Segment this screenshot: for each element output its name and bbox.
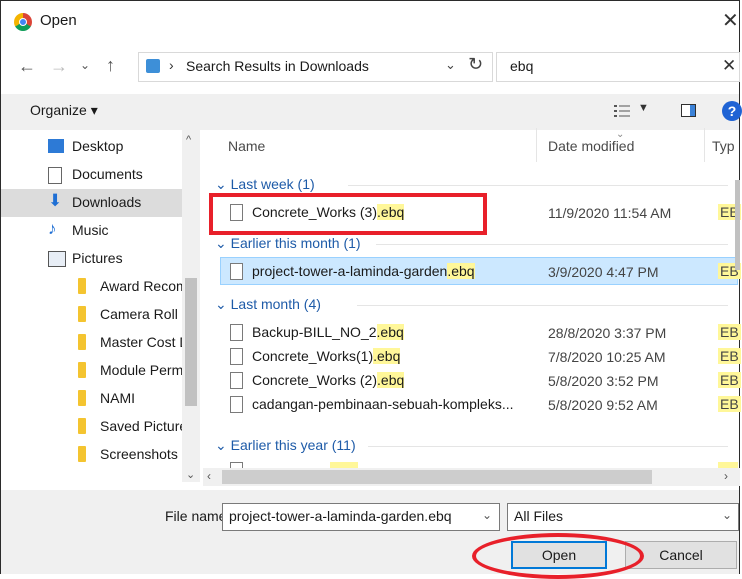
downloads-icon: ⬇: [48, 191, 63, 210]
collapse-chevron-icon: ⌄: [215, 296, 231, 312]
group-header-last-week[interactable]: ⌄ Last week (1): [215, 176, 315, 193]
file-row[interactable]: cadangan-pembinaan-sebuah-kompleks... 5/…: [228, 392, 741, 420]
back-arrow-icon[interactable]: ←: [18, 56, 36, 77]
file-icon: [230, 263, 243, 280]
file-date: 5/8/2020 9:52 AM: [548, 397, 658, 413]
organize-menu-button[interactable]: Organize ▾: [30, 102, 98, 119]
folder-icon: [78, 418, 86, 434]
file-type: EB: [718, 372, 741, 388]
group-divider: [368, 446, 728, 447]
sidebar-item-camera-roll[interactable]: Camera Roll: [20, 301, 200, 329]
column-header-date-modified[interactable]: Date modified: [548, 138, 634, 154]
view-options-icon[interactable]: [614, 104, 630, 118]
sidebar-item-pictures[interactable]: Pictures: [20, 245, 200, 273]
file-date: 5/8/2020 3:52 PM: [548, 373, 659, 389]
file-icon: [230, 372, 243, 389]
folder-icon: [78, 278, 86, 294]
sidebar-item-documents[interactable]: Documents: [20, 161, 200, 189]
file-name: Concrete_Works(1).ebq: [252, 348, 401, 364]
column-divider[interactable]: [704, 128, 705, 162]
sidebar-item-award-recomm[interactable]: Award Recomm: [20, 273, 200, 301]
folder-icon: [146, 59, 160, 73]
file-type-chevron-icon[interactable]: ⌄: [722, 508, 732, 522]
sidebar-item-master-cost[interactable]: Master Cost Da: [20, 329, 200, 357]
sidebar-item-module-permis[interactable]: Module Permis: [20, 357, 200, 385]
group-header-last-month[interactable]: ⌄ Last month (4): [215, 296, 321, 313]
file-name-value[interactable]: project-tower-a-laminda-garden.ebq: [229, 508, 452, 524]
file-date: 28/8/2020 3:37 PM: [548, 325, 667, 341]
title-bar: [1, 1, 739, 45]
scroll-left-arrow-icon[interactable]: ‹: [207, 469, 211, 483]
annotation-rectangle: [209, 193, 487, 235]
scroll-down-arrow-icon[interactable]: ⌄: [186, 468, 195, 481]
file-type: EB: [718, 348, 741, 364]
close-icon[interactable]: ✕: [722, 8, 739, 33]
sidebar-item-screenshots[interactable]: Screenshots: [20, 441, 200, 469]
breadcrumb-location[interactable]: Search Results in Downloads: [186, 58, 369, 74]
preview-pane-icon[interactable]: [681, 104, 696, 117]
file-icon: [230, 348, 243, 365]
column-header-name[interactable]: Name: [228, 138, 265, 154]
help-icon[interactable]: ?: [722, 101, 742, 121]
group-divider: [348, 185, 728, 186]
chrome-icon: [14, 13, 32, 31]
pictures-icon: [48, 251, 66, 267]
forward-arrow-icon[interactable]: →: [50, 56, 68, 77]
file-date: 7/8/2020 10:25 AM: [548, 349, 666, 365]
file-type: EB: [718, 324, 741, 340]
music-icon: ♪: [48, 219, 57, 238]
folder-icon: [78, 446, 86, 462]
sidebar-scroll-thumb[interactable]: [185, 278, 197, 406]
view-chevron-icon[interactable]: ▼: [638, 102, 649, 114]
collapse-chevron-icon: ⌄: [215, 235, 231, 251]
file-row-selected[interactable]: project-tower-a-laminda-garden.ebq 3/9/2…: [228, 259, 741, 287]
group-divider: [357, 305, 728, 306]
sidebar-item-desktop[interactable]: Desktop: [20, 133, 200, 161]
collapse-chevron-icon: ⌄: [215, 176, 231, 192]
list-scroll-thumb[interactable]: [735, 180, 740, 270]
refresh-icon[interactable]: ↻: [468, 54, 483, 75]
documents-icon: [48, 167, 62, 184]
file-name: cadangan-pembinaan-sebuah-kompleks...: [252, 396, 514, 412]
up-arrow-icon[interactable]: ↑: [106, 55, 115, 76]
collapse-chevron-icon: ⌄: [215, 437, 231, 453]
recent-locations-chevron-icon[interactable]: ⌄: [80, 58, 90, 72]
folder-icon: [78, 362, 86, 378]
file-name-label: File name:: [165, 508, 231, 524]
sidebar-item-nami[interactable]: NAMI: [20, 385, 200, 413]
file-type: EB: [718, 396, 741, 412]
horizontal-scroll-thumb[interactable]: [222, 470, 652, 484]
column-divider[interactable]: [536, 128, 537, 162]
file-name: Concrete_Works (2).ebq: [252, 372, 405, 388]
folder-icon: [78, 334, 86, 350]
group-header-earlier-this-month[interactable]: ⌄ Earlier this month (1): [215, 235, 361, 252]
file-name: Backup-BILL_NO_2.ebq: [252, 324, 404, 340]
desktop-icon: [48, 139, 64, 153]
file-type-value[interactable]: All Files: [514, 508, 563, 524]
column-header-type[interactable]: Typ: [712, 138, 735, 154]
file-name: project-tower-a-laminda-garden.ebq: [252, 263, 475, 279]
group-divider: [376, 244, 728, 245]
file-icon: [230, 324, 243, 341]
annotation-ellipse: [472, 533, 644, 579]
dialog-title: Open: [40, 12, 77, 29]
group-header-earlier-this-year[interactable]: ⌄ Earlier this year (11): [215, 437, 356, 454]
file-icon: [230, 396, 243, 413]
address-dropdown-chevron-icon[interactable]: ⌄: [445, 57, 456, 73]
file-date: 11/9/2020 11:54 AM: [548, 205, 672, 221]
scroll-right-arrow-icon[interactable]: ›: [724, 469, 728, 483]
folder-icon: [78, 306, 86, 322]
folder-icon: [78, 390, 86, 406]
sidebar-item-downloads[interactable]: ⬇ Downloads: [1, 189, 182, 217]
file-date: 3/9/2020 4:47 PM: [548, 264, 659, 280]
sidebar-item-music[interactable]: ♪ Music: [20, 217, 200, 245]
clear-search-icon[interactable]: ✕: [722, 56, 736, 76]
breadcrumb-separator-icon: ›: [169, 57, 174, 73]
scroll-up-arrow-icon[interactable]: ^: [186, 134, 191, 146]
search-query[interactable]: ebq: [510, 58, 533, 74]
file-name-dropdown-chevron-icon[interactable]: ⌄: [482, 508, 492, 522]
sidebar-item-saved-pictures[interactable]: Saved Pictures: [20, 413, 200, 441]
